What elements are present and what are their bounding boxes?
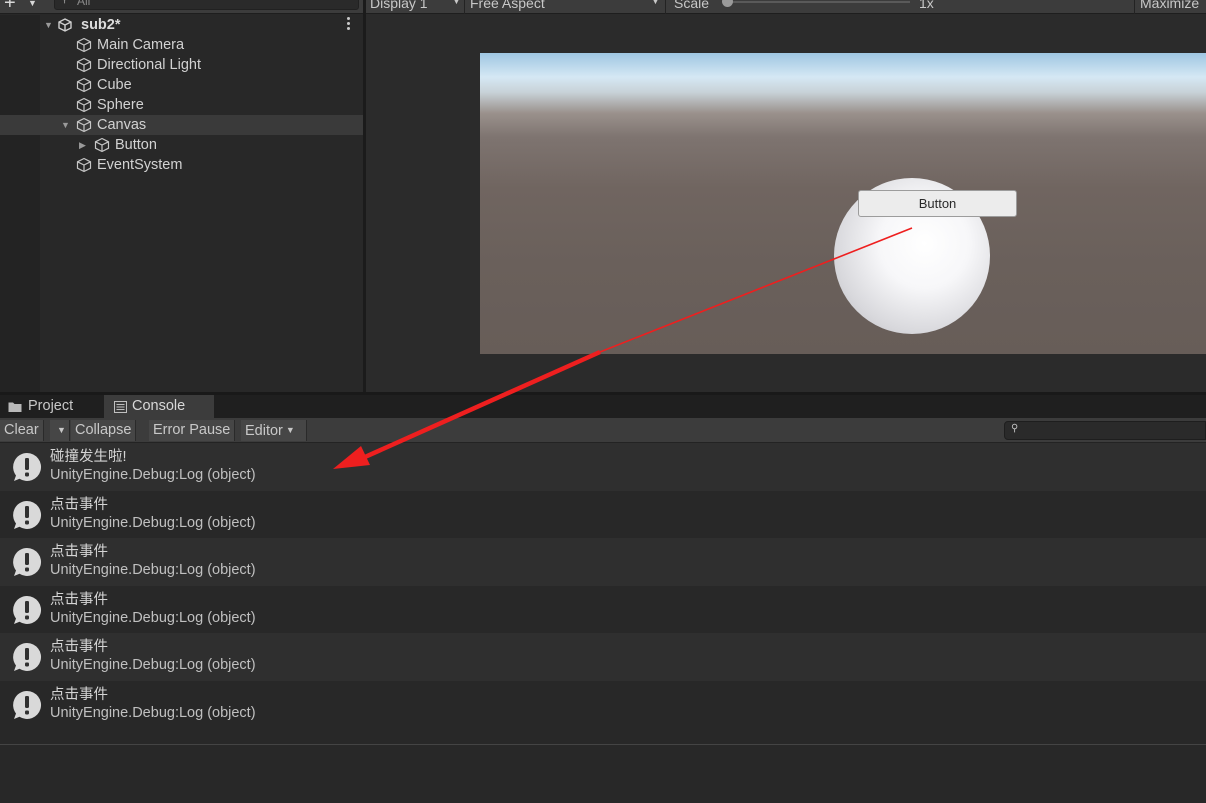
gameobject-cube-icon xyxy=(76,37,92,53)
folder-icon xyxy=(8,402,22,412)
editor-dropdown[interactable]: Editor ▼ xyxy=(241,420,307,441)
log-entry[interactable]: 碰撞发生啦! UnityEngine.Debug:Log (object) xyxy=(0,443,1206,491)
log-info-icon xyxy=(13,690,42,719)
editor-dropdown-label: Editor xyxy=(245,423,283,439)
gameobject-cube-icon xyxy=(76,57,92,73)
hierarchy-toolbar: + ▼ ⚲ All xyxy=(0,0,363,14)
log-stacktrace: UnityEngine.Debug:Log (object) xyxy=(50,704,256,721)
hierarchy-item-cube[interactable]: Cube xyxy=(0,75,363,95)
console-log-list[interactable]: 碰撞发生啦! UnityEngine.Debug:Log (object) 点击… xyxy=(0,443,1206,728)
hierarchy-item-label: Button xyxy=(115,137,157,153)
log-info-icon xyxy=(13,595,42,624)
log-message: 点击事件 xyxy=(50,686,108,703)
gameobject-cube-icon xyxy=(76,77,92,93)
aspect-dropdown[interactable]: Free Aspect xyxy=(470,0,545,12)
hierarchy-item-directional-light[interactable]: Directional Light xyxy=(0,55,363,75)
log-info-icon xyxy=(13,547,42,576)
hierarchy-item-sphere[interactable]: Sphere xyxy=(0,95,363,115)
log-entry[interactable]: 点击事件 UnityEngine.Debug:Log (object) xyxy=(0,585,1206,633)
hierarchy-item-main-camera[interactable]: Main Camera xyxy=(0,35,363,55)
scale-label: Scale xyxy=(674,0,710,11)
hierarchy-item-label: Directional Light xyxy=(97,57,201,73)
tab-label: Console xyxy=(132,398,186,414)
gameobject-cube-icon xyxy=(76,157,92,173)
hierarchy-item-label: Sphere xyxy=(97,97,144,113)
gameobject-cube-icon xyxy=(76,97,92,113)
log-entry[interactable]: 点击事件 UnityEngine.Debug:Log (object) xyxy=(0,680,1206,728)
plus-icon[interactable]: + xyxy=(4,0,16,13)
console-search-input[interactable]: ⚲ xyxy=(1004,421,1206,440)
game-ui-button[interactable]: Button xyxy=(858,190,1017,217)
log-info-icon xyxy=(13,500,42,529)
fold-open-icon[interactable]: ▼ xyxy=(44,15,53,35)
hierarchy-item-label: EventSystem xyxy=(97,157,183,173)
log-stacktrace: UnityEngine.Debug:Log (object) xyxy=(50,467,256,483)
log-list-end-divider xyxy=(0,744,1206,745)
log-stacktrace: UnityEngine.Debug:Log (object) xyxy=(50,562,256,578)
chevron-down-icon: ▼ xyxy=(57,425,66,435)
hierarchy-item-label: Canvas xyxy=(97,117,147,133)
hierarchy-panel: + ▼ ⚲ All ▼ sub2* Main Camera xyxy=(0,0,363,392)
error-pause-button[interactable]: Error Pause xyxy=(149,420,236,441)
hierarchy-search-placeholder: All xyxy=(77,0,91,8)
tab-label: Project xyxy=(28,398,74,414)
hierarchy-item-label: sub2* xyxy=(81,17,121,33)
chevron-down-icon[interactable]: ▼ xyxy=(651,0,660,6)
hierarchy-item-canvas[interactable]: ▼ Canvas xyxy=(0,115,363,135)
console-list-icon xyxy=(114,401,127,413)
log-message: 点击事件 xyxy=(50,591,108,608)
console-toolbar: Clear ▼ Collapse Error Pause Editor ▼ ⚲ xyxy=(0,418,1206,443)
log-message: 点击事件 xyxy=(50,496,108,513)
log-entry[interactable]: 点击事件 UnityEngine.Debug:Log (object) xyxy=(0,490,1206,538)
log-entry[interactable]: 点击事件 UnityEngine.Debug:Log (object) xyxy=(0,538,1206,586)
unity-editor-window: + ▼ ⚲ All ▼ sub2* Main Camera xyxy=(0,0,1206,803)
log-stacktrace: UnityEngine.Debug:Log (object) xyxy=(50,514,256,531)
log-message: 碰撞发生啦! xyxy=(50,449,127,465)
scale-slider-handle[interactable] xyxy=(722,0,733,7)
hierarchy-search-input[interactable]: ⚲ All xyxy=(54,0,359,10)
unity-scene-icon xyxy=(58,18,72,32)
game-viewport[interactable]: Button xyxy=(480,53,1206,354)
game-view-panel: Display 1 ▼ Free Aspect ▼ Scale 1x Maxim… xyxy=(366,0,1206,392)
log-stacktrace: UnityEngine.Debug:Log (object) xyxy=(50,657,256,673)
clear-options-dropdown[interactable]: ▼ xyxy=(50,420,70,441)
chevron-down-icon[interactable]: ▼ xyxy=(28,0,37,8)
log-info-icon xyxy=(13,642,42,671)
console-panel: Project Console Clear ▼ Collapse Error P… xyxy=(0,395,1206,803)
game-view-toolbar: Display 1 ▼ Free Aspect ▼ Scale 1x Maxim… xyxy=(366,0,1206,14)
tab-console[interactable]: Console xyxy=(104,395,214,418)
log-info-icon xyxy=(13,452,42,481)
search-icon: ⚲ xyxy=(61,0,68,8)
scale-value: 1x xyxy=(919,0,934,11)
chevron-down-icon[interactable]: ▼ xyxy=(452,0,461,6)
hierarchy-item-label: Main Camera xyxy=(97,37,185,53)
hierarchy-item-eventsystem[interactable]: EventSystem xyxy=(0,155,363,175)
hierarchy-scene-sub2[interactable]: ▼ sub2* xyxy=(0,15,363,35)
gameobject-cube-icon xyxy=(76,117,92,133)
log-message: 点击事件 xyxy=(50,639,108,655)
fold-open-icon[interactable]: ▼ xyxy=(61,115,70,135)
log-message: 点击事件 xyxy=(50,544,108,560)
chevron-down-icon: ▼ xyxy=(285,425,295,435)
clear-button[interactable]: Clear xyxy=(0,420,44,441)
display-dropdown[interactable]: Display 1 xyxy=(370,0,428,12)
collapse-button[interactable]: Collapse xyxy=(71,420,137,441)
fold-closed-icon[interactable]: ▶ xyxy=(79,135,86,155)
search-icon: ⚲ xyxy=(1011,423,1019,434)
hierarchy-item-label: Cube xyxy=(97,77,132,93)
tab-project[interactable]: Project xyxy=(0,395,100,418)
kebab-menu-icon[interactable] xyxy=(347,17,351,31)
bottom-tab-bar: Project Console xyxy=(0,395,1206,418)
maximize-button[interactable]: Maximize xyxy=(1140,0,1199,12)
gameobject-cube-icon xyxy=(94,137,110,153)
log-entry[interactable]: 点击事件 UnityEngine.Debug:Log (object) xyxy=(0,633,1206,681)
hierarchy-item-button[interactable]: ▶ Button xyxy=(0,135,363,155)
scale-slider-track[interactable] xyxy=(726,1,910,3)
log-stacktrace: UnityEngine.Debug:Log (object) xyxy=(50,609,256,626)
